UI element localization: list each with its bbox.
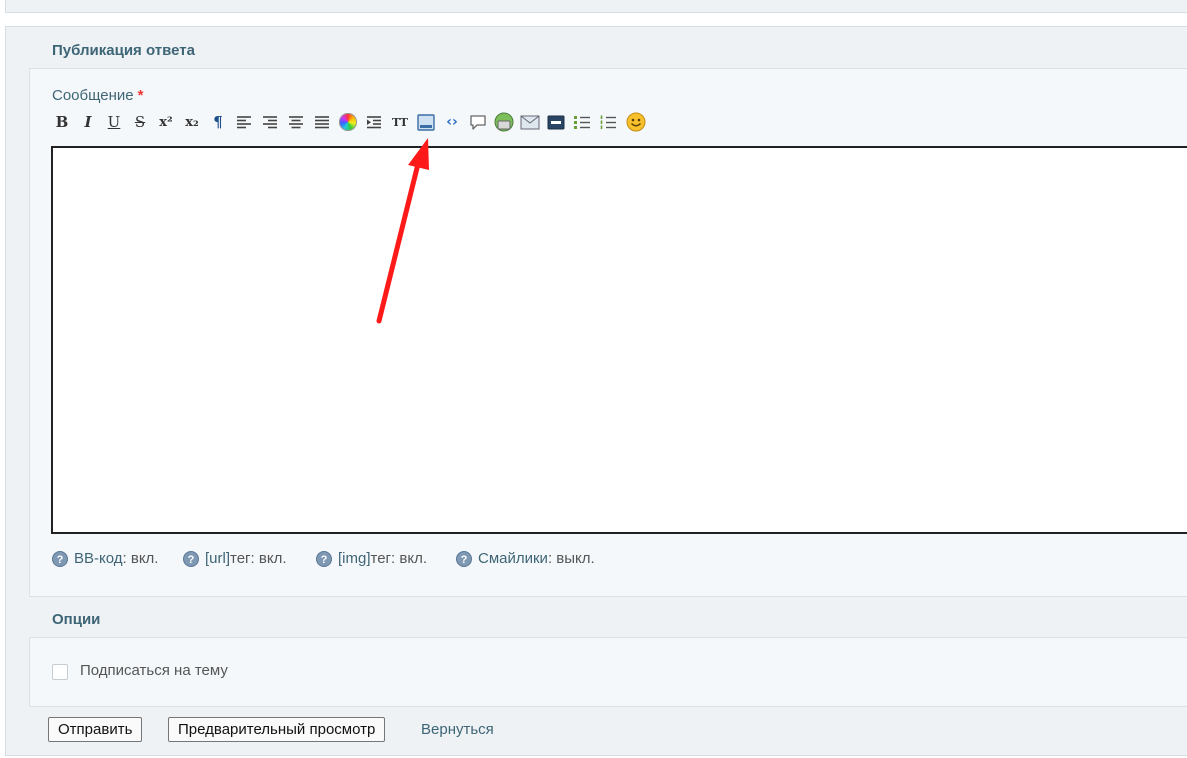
help-icon[interactable]: ? xyxy=(316,550,332,567)
back-link[interactable]: Вернуться xyxy=(421,721,494,738)
img-tag-status: ? [img] тег: вкл. xyxy=(316,550,427,567)
submit-button[interactable]: Отправить xyxy=(48,717,143,742)
bbcode-link[interactable]: BB-код xyxy=(74,550,123,567)
options-section-title: Опции xyxy=(52,611,101,628)
smilies-status: ? Смайлики: выкл. xyxy=(456,550,595,567)
url-tag-link[interactable]: [url] xyxy=(205,550,230,567)
img-tag-link[interactable]: [img] xyxy=(338,550,371,567)
bbcode-status: ? BB-код: вкл. xyxy=(52,550,158,567)
help-icon[interactable]: ? xyxy=(52,550,68,567)
url-tag-status: ? [url] тег: вкл. xyxy=(183,550,287,567)
subscribe-checkbox[interactable] xyxy=(52,664,68,680)
subscribe-label[interactable]: Подписаться на тему xyxy=(80,662,228,679)
preview-button[interactable]: Предварительный просмотр xyxy=(168,717,386,742)
help-icon[interactable]: ? xyxy=(183,550,199,567)
smilies-link[interactable]: Смайлики xyxy=(478,550,548,567)
help-icon[interactable]: ? xyxy=(456,550,472,567)
